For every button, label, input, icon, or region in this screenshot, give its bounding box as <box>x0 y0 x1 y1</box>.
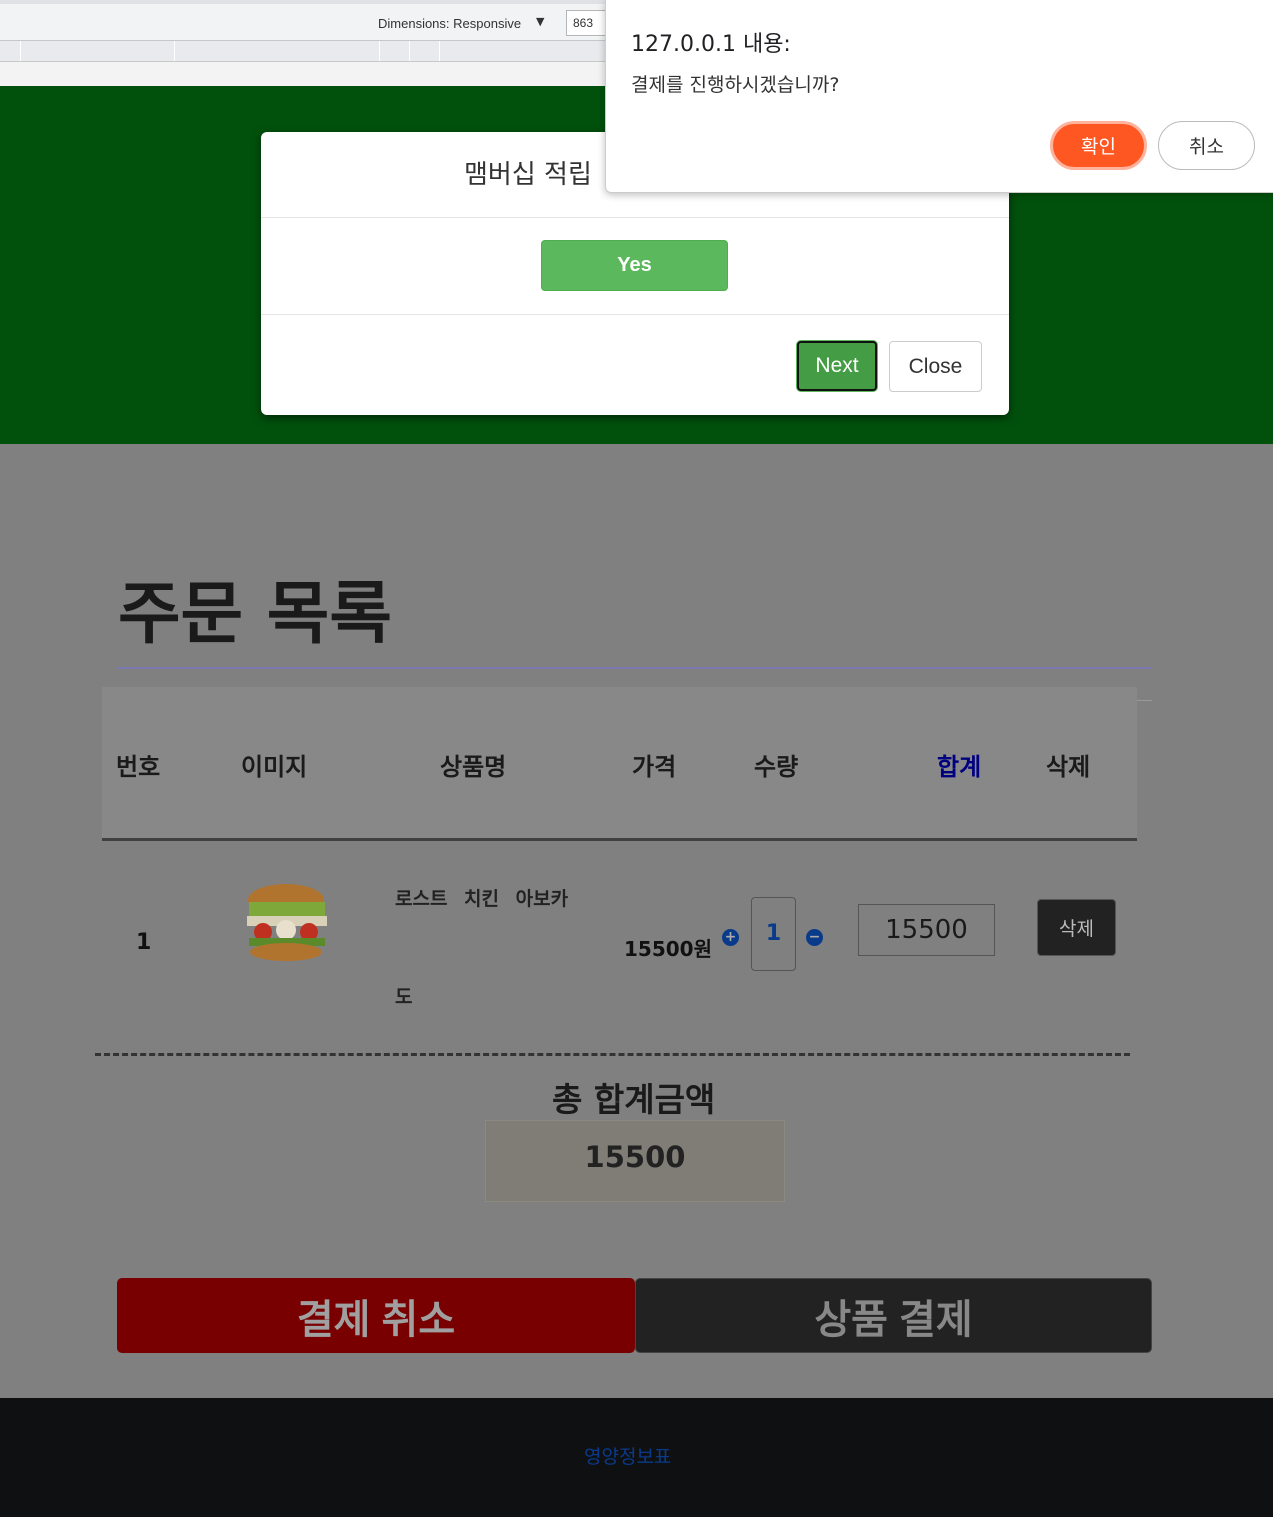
header-price: 가격 <box>632 753 677 781</box>
dashed-divider <box>95 1053 1130 1056</box>
next-button[interactable]: Next <box>797 341 877 391</box>
modal-title: 맴버십 적립 <box>464 160 592 190</box>
page-title: 주문 목록 <box>118 575 392 654</box>
pay-button[interactable]: 상품 결제 <box>635 1278 1152 1353</box>
title-divider <box>117 667 1152 669</box>
width-input[interactable]: 863 <box>566 10 610 36</box>
row-number: 1 <box>136 930 152 955</box>
header-number: 번호 <box>116 753 161 781</box>
table-header: 번호 이미지 상품명 가격 수량 합계 삭제 <box>102 687 1137 841</box>
modal-footer: Next Close <box>261 315 1009 414</box>
confirm-dialog: 127.0.0.1 내용: 결제를 진행하시겠습니까? 확인 취소 <box>605 0 1273 193</box>
header-quantity: 수량 <box>754 753 799 781</box>
delete-button[interactable]: 삭제 <box>1037 899 1116 956</box>
header-product-name: 상품명 <box>440 753 507 781</box>
product-name-cont: 도 <box>395 986 413 1008</box>
grand-total-label: 총 합계금액 <box>552 1080 716 1119</box>
header-image: 이미지 <box>241 753 308 781</box>
nutrition-info-link[interactable]: 영양정보표 <box>584 1442 671 1469</box>
modal-body: Yes <box>261 218 1009 315</box>
confirm-ok-button[interactable]: 확인 <box>1050 121 1147 170</box>
dimensions-dropdown[interactable]: Dimensions: Responsive <box>378 16 521 31</box>
confirm-cancel-button[interactable]: 취소 <box>1158 121 1255 170</box>
close-button[interactable]: Close <box>889 341 982 392</box>
product-name: 로스트 치킨 아보카 <box>395 888 569 910</box>
row-total-field[interactable]: 15500 <box>858 904 995 956</box>
divider <box>1136 700 1152 701</box>
quantity-field[interactable]: 1 <box>751 897 796 971</box>
header-total: 합계 <box>937 753 982 781</box>
plus-icon[interactable]: + <box>722 929 739 946</box>
yes-button[interactable]: Yes <box>541 240 728 291</box>
confirm-title: 127.0.0.1 내용: <box>631 32 791 57</box>
sandwich-image <box>247 884 327 961</box>
minus-icon[interactable]: − <box>806 929 823 946</box>
product-price: 15500원 <box>624 937 712 961</box>
grand-total-value: 15500 <box>485 1120 785 1202</box>
chevron-down-icon[interactable]: ▼ <box>536 15 544 28</box>
header-delete: 삭제 <box>1046 753 1091 781</box>
cancel-payment-button[interactable]: 결제 취소 <box>117 1278 635 1353</box>
confirm-message: 결제를 진행하시겠습니까? <box>631 74 840 96</box>
footer: 영양정보표 <box>0 1398 1273 1517</box>
